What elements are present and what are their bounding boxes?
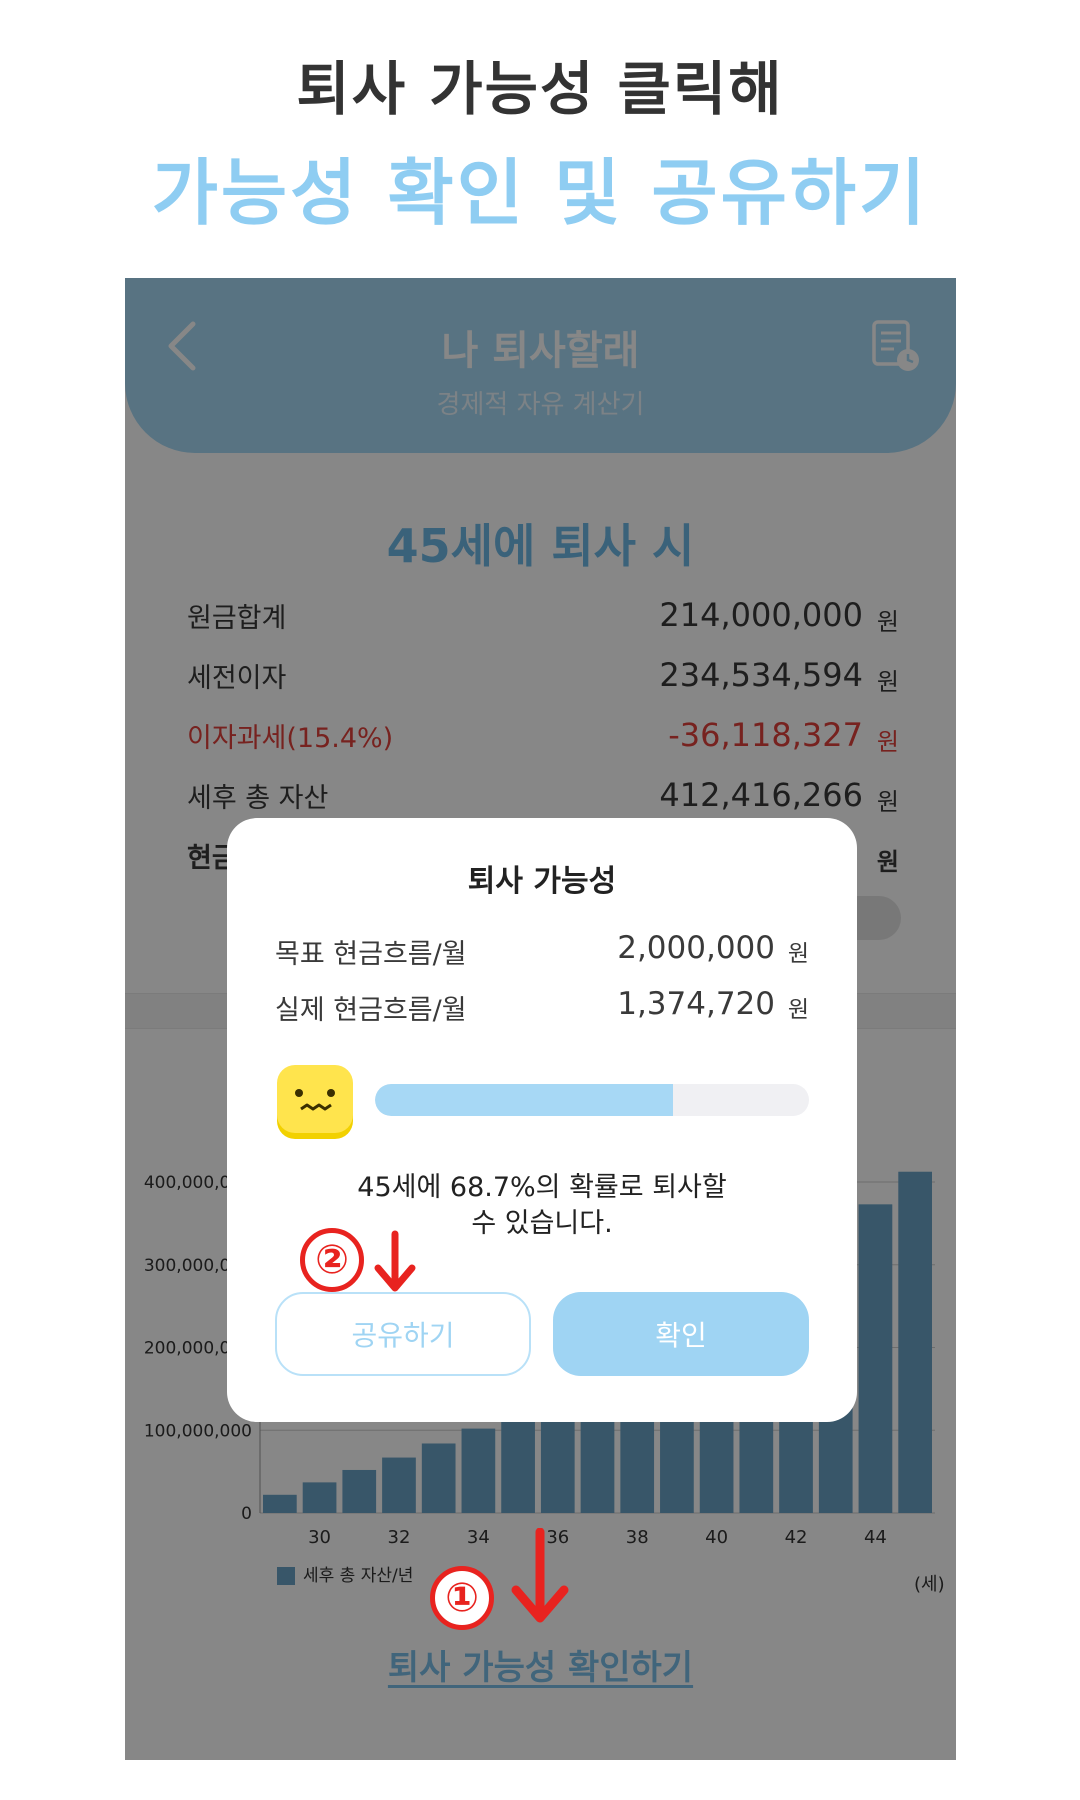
modal-row-actual: 실제 현금흐름/월 1,374,720 원 bbox=[275, 986, 809, 1026]
promo-headline: 퇴사 가능성 클릭해 bbox=[296, 55, 784, 123]
row-label: 목표 현금흐름/월 bbox=[275, 939, 467, 970]
arrow-down-icon bbox=[374, 1230, 416, 1292]
possibility-modal: 퇴사 가능성 목표 현금흐름/월 2,000,000 원 실제 현금흐름/월 1… bbox=[227, 818, 857, 1422]
row-value: 2,000,000 bbox=[617, 930, 775, 966]
row-unit: 원 bbox=[787, 941, 809, 967]
row-unit: 원 bbox=[787, 997, 809, 1023]
step-2-badge: ② bbox=[300, 1228, 364, 1292]
progress-fill bbox=[375, 1084, 674, 1116]
promo-subheadline: 가능성 확인 및 공유하기 bbox=[151, 151, 929, 235]
step-1-badge: ① bbox=[430, 1566, 494, 1630]
possibility-progress-bar bbox=[375, 1084, 809, 1116]
confirm-button[interactable]: 확인 bbox=[553, 1292, 809, 1376]
worried-face-icon bbox=[277, 1065, 353, 1139]
share-button[interactable]: 공유하기 bbox=[275, 1292, 531, 1376]
row-label: 실제 현금흐름/월 bbox=[275, 995, 467, 1026]
arrow-down-icon bbox=[511, 1528, 569, 1623]
modal-row-target: 목표 현금흐름/월 2,000,000 원 bbox=[275, 930, 809, 970]
row-value: 1,374,720 bbox=[617, 986, 775, 1022]
screen: 퇴사 가능성 클릭해 가능성 확인 및 공유하기 나 퇴사할래 경제적 자유 계… bbox=[0, 0, 1080, 1800]
modal-title: 퇴사 가능성 bbox=[467, 864, 617, 899]
